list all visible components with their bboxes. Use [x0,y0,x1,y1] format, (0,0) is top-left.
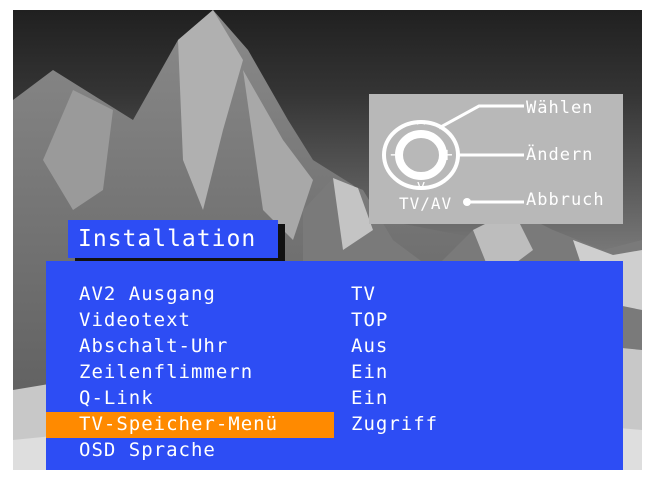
minus-icon: − [389,145,402,164]
menu-item-videotext[interactable]: Videotext TOP [46,308,623,334]
menu-item-zeilenflimmern[interactable]: Zeilenflimmern Ein [46,360,623,386]
menu-title-box: Installation [68,220,278,258]
menu-item-abschalt-uhr[interactable]: Abschalt-Uhr Aus [46,334,623,360]
menu-item-label: Abschalt-Uhr [79,335,229,357]
menu-item-label: Q-Link [79,387,154,409]
key-help-panel: ^ v − + Wählen Ändern Abbruch TV/AV [369,94,623,224]
menu-item-label: TV-Speicher-Menü [79,413,279,435]
menu-item-value: Zugriff [351,413,439,435]
tvav-label: TV/AV [399,194,453,213]
menu-item-q-link[interactable]: Q-Link Ein [46,386,623,412]
menu-item-value: Aus [351,335,389,357]
menu-item-tv-speicher-menu[interactable]: TV-Speicher-Menü Zugriff [46,412,623,438]
menu-item-value: Ein [351,361,389,383]
up-arrow-icon: ^ [415,119,427,135]
tv-screen: ^ v − + Wählen Ändern Abbruch TV/AV Inst… [13,10,642,470]
menu-item-osd-sprache[interactable]: OSD Sprache [46,438,623,464]
installation-menu: AV2 Ausgang TV Videotext TOP Abschalt-Uh… [46,261,623,470]
plus-icon: + [440,145,453,164]
help-cancel-label: Abbruch [526,190,605,210]
menu-item-label: AV2 Ausgang [79,283,216,305]
menu-item-av2-ausgang[interactable]: AV2 Ausgang TV [46,282,623,308]
menu-item-label: Zeilenflimmern [79,361,254,383]
menu-item-value: Ein [351,387,389,409]
menu-item-value: TV [351,283,376,305]
help-change-label: Ändern [526,145,594,165]
down-arrow-icon: v [417,178,425,194]
menu-item-label: Videotext [79,309,191,331]
menu-title: Installation [78,226,257,252]
menu-item-value: TOP [351,309,389,331]
help-select-label: Wählen [526,98,594,118]
menu-item-label: OSD Sprache [79,439,216,461]
